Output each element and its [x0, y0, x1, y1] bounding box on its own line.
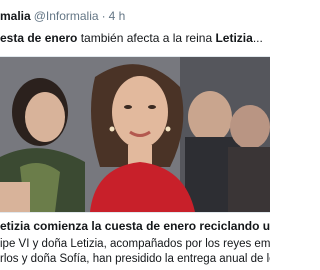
card-description: ipe VI y doña Letizia, acompañados por l… [0, 237, 270, 267]
tweet-text-bold-2: Letizia [215, 31, 253, 45]
card-photo[interactable] [0, 57, 270, 212]
card-description-line-1: ipe VI y doña Letizia, acompañados por l… [0, 238, 270, 250]
link-preview-card[interactable]: etizia comienza la cuesta de enero recic… [0, 56, 270, 270]
author-name[interactable]: malia [0, 9, 31, 23]
photo-illustration [0, 57, 270, 212]
tweet-text: esta de enero también afecta a la reina … [0, 31, 263, 46]
separator-dot: · [101, 9, 106, 23]
tweet-author-line: malia @Informalia · 4 h [0, 9, 125, 24]
tweet-header: malia @Informalia · 4 h esta de enero tambi… [0, 0, 270, 56]
card-body[interactable]: etizia comienza la cuesta de enero recic… [0, 212, 270, 270]
tweet-text-plain-1: también afecta a la reina [77, 31, 216, 45]
tweet-text-bold-1: esta de enero [0, 31, 78, 45]
tweet-timestamp[interactable]: 4 h [109, 9, 126, 23]
tweet-text-plain-2: ... [252, 31, 263, 45]
card-title[interactable]: etizia comienza la cuesta de enero recic… [0, 219, 270, 234]
card-description-line-2: rlos y doña Sofía, han presidido la entr… [0, 253, 270, 265]
author-handle[interactable]: @Informalia [34, 9, 99, 23]
